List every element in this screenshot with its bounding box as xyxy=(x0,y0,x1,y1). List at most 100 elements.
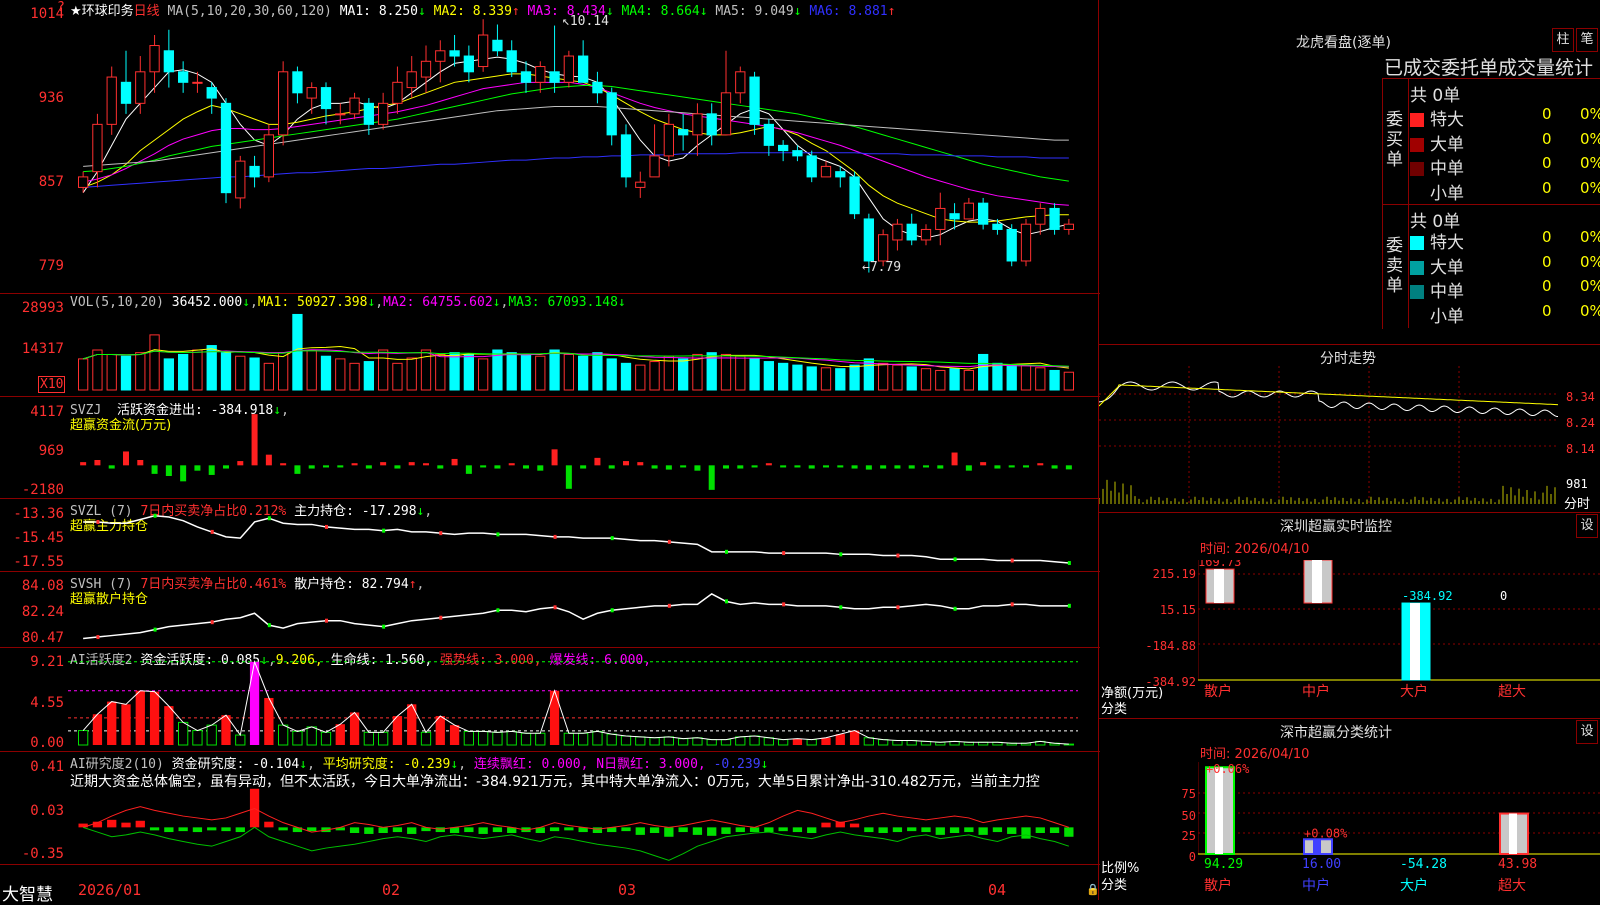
volume-bar xyxy=(178,353,189,391)
flow-bar xyxy=(380,462,387,466)
research-bar xyxy=(349,827,360,833)
candle-body xyxy=(1035,207,1046,225)
research-bar xyxy=(492,827,503,833)
research-bar xyxy=(992,827,1003,833)
class-bar-highlight xyxy=(1215,767,1223,854)
flow-bar xyxy=(680,465,687,468)
activity-bar xyxy=(578,732,589,746)
activity-bar xyxy=(478,730,489,746)
flow-bar xyxy=(651,465,658,469)
retail-line-tick xyxy=(782,602,786,607)
activity-bar xyxy=(178,721,189,746)
research-bar xyxy=(121,822,131,828)
volume-bar xyxy=(763,361,775,391)
candle-body xyxy=(463,55,475,73)
retail-line-tick xyxy=(725,599,728,604)
research-bar xyxy=(192,827,203,833)
candle-body xyxy=(92,123,103,173)
volume-bar xyxy=(120,355,132,391)
class-y-4: 0 xyxy=(1188,850,1196,864)
bar-mode-button[interactable]: 柱 xyxy=(1552,28,1574,52)
research-bar xyxy=(364,827,374,834)
monitor-settings-button[interactable]: 设 xyxy=(1576,514,1598,538)
research-chart[interactable] xyxy=(68,785,1098,865)
research-bar xyxy=(707,827,717,836)
class-category-1: 散户 xyxy=(1204,877,1232,894)
buy-swatch xyxy=(1410,113,1424,127)
minute-trend-chart[interactable] xyxy=(1099,366,1559,510)
sell-percent: 0% xyxy=(1580,277,1600,295)
flow-bar xyxy=(251,414,258,466)
class-y-2: 50 xyxy=(1181,809,1196,823)
main-force-line-tick xyxy=(953,557,957,562)
buy-orders-label: 委买单 xyxy=(1386,110,1403,170)
main-force-holding-chart[interactable] xyxy=(68,512,1098,570)
monitor-category-4: 超大 xyxy=(1498,684,1526,700)
candle-body xyxy=(663,123,675,157)
buy-percent: 0% xyxy=(1580,154,1600,172)
sz-monitor-chart[interactable]: 169.73215.19-384.920散户中户大户超大 xyxy=(1198,560,1600,702)
buy-name: 中单 xyxy=(1430,159,1464,179)
flow-bar xyxy=(708,465,715,490)
flow-bar xyxy=(437,465,444,469)
buy-count: 0 xyxy=(1542,178,1552,197)
candle-body xyxy=(420,60,432,78)
main-force-line-tick xyxy=(267,516,271,521)
retail-line-tick xyxy=(553,605,557,610)
price-tick-1: 1014 xyxy=(30,6,64,22)
capital-flow-chart[interactable] xyxy=(68,412,1098,497)
flow-bar xyxy=(151,465,158,474)
candle-body xyxy=(120,81,132,104)
volume-bar xyxy=(435,353,446,391)
candle-body xyxy=(163,50,175,73)
sz-class-chart[interactable]: +0.06% +0.08% 94.29 16.00 -54.28 43.98 散户 中户 大户 超… xyxy=(1198,762,1600,900)
tick-mode-button[interactable]: 笔 xyxy=(1576,28,1598,52)
research-bar xyxy=(478,827,488,834)
minute-tick-1: 8.34 xyxy=(1566,390,1595,404)
brand-logo[interactable]: 大智慧 xyxy=(2,880,53,905)
research-bar xyxy=(1064,827,1074,837)
flow-bar xyxy=(94,460,101,466)
vol-tick-2: 14317 xyxy=(21,341,64,357)
volume-bar xyxy=(1049,369,1060,391)
volume-bar xyxy=(535,355,546,391)
volume-bar xyxy=(835,368,846,391)
svsh-tick-2: 82.24 xyxy=(21,604,64,620)
research-bar xyxy=(207,827,217,831)
research-bar xyxy=(235,827,245,833)
volume-bar xyxy=(792,364,803,391)
candle-body xyxy=(363,102,375,125)
retail-line-tick xyxy=(953,606,957,611)
candle-body xyxy=(592,81,603,94)
buy-swatch xyxy=(1410,137,1424,152)
activity-bar xyxy=(663,736,675,746)
price-tick-4: 779 xyxy=(38,258,64,274)
candle-body xyxy=(763,123,775,146)
candlestick-chart[interactable] xyxy=(68,14,1098,284)
activity-bar xyxy=(463,730,475,746)
retail-line-tick xyxy=(325,618,328,623)
candle-body xyxy=(435,50,446,62)
svzl-tick-1: -13.36 xyxy=(13,506,64,522)
research-bar xyxy=(921,827,931,833)
volume-bar xyxy=(106,353,117,391)
retail-line-tick xyxy=(439,615,443,620)
ai1-tick-1: 9.21 xyxy=(30,654,64,670)
candle-body xyxy=(963,202,975,220)
research-bar xyxy=(964,827,974,833)
class-settings-button[interactable]: 设 xyxy=(1576,720,1598,744)
activity-chart[interactable] xyxy=(68,660,1098,750)
main-force-line xyxy=(83,514,1069,564)
high-price-note: ↖10.14 xyxy=(562,14,609,29)
retail-holding-chart[interactable] xyxy=(68,585,1098,645)
candle-body xyxy=(920,228,932,241)
volume-bar xyxy=(649,361,660,391)
ai2-tick-2: 0.03 xyxy=(30,803,64,819)
research-bar xyxy=(1021,827,1031,839)
date-label-4: 04 xyxy=(988,881,1007,899)
candle-body xyxy=(335,113,346,116)
candle-body xyxy=(349,97,360,115)
volume-chart[interactable] xyxy=(68,310,1098,395)
volume-bar xyxy=(163,358,175,391)
activity-line xyxy=(82,660,1069,745)
